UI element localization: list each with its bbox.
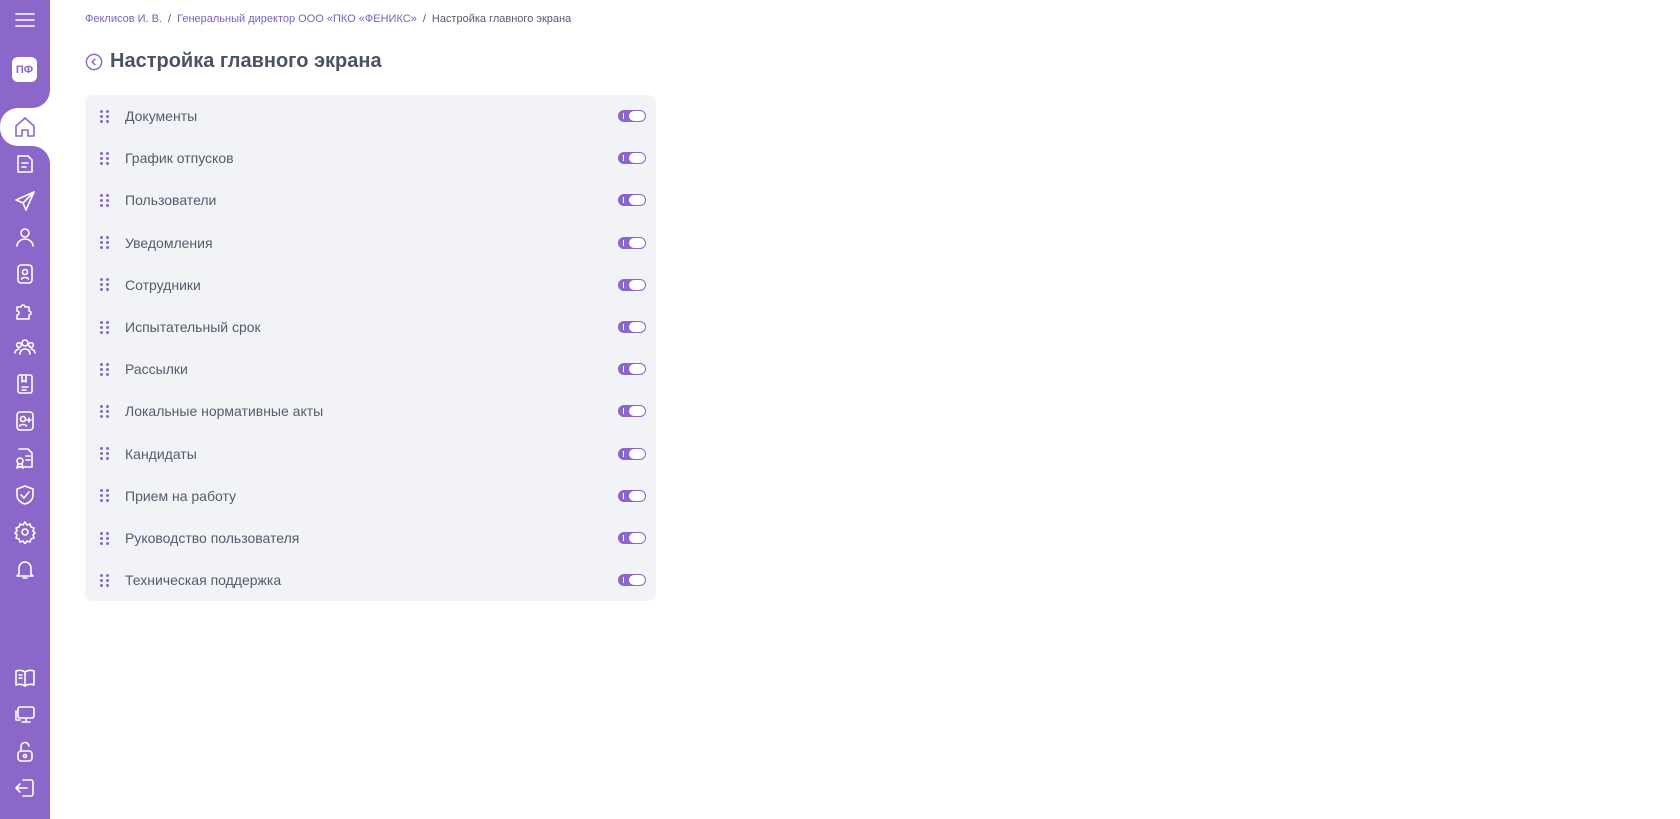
list-item-label: Локальные нормативные акты xyxy=(125,403,324,420)
sidebar: ПФ xyxy=(0,0,50,819)
toggle-switch[interactable] xyxy=(618,574,646,587)
toggle-switch[interactable] xyxy=(618,447,646,460)
list-item: Техническая поддержка xyxy=(85,559,656,601)
drag-handle-icon[interactable] xyxy=(100,109,110,123)
breadcrumb-link-company[interactable]: Генеральный директор ООО «ПКО «ФЕНИКС» xyxy=(177,13,417,25)
unlock-icon[interactable] xyxy=(0,734,50,770)
puzzle-icon[interactable] xyxy=(0,293,50,329)
list-item: Сотрудники xyxy=(85,264,656,306)
list-item: Руководство пользователя xyxy=(85,517,656,559)
list-item: Пользователи xyxy=(85,179,656,221)
toggle-switch[interactable] xyxy=(618,489,646,502)
list-item: Рассылки xyxy=(85,348,656,390)
list-item-label: Техническая поддержка xyxy=(125,572,282,589)
list-item: График отпусков xyxy=(85,137,656,179)
gear-icon[interactable] xyxy=(0,514,50,550)
bell-icon[interactable] xyxy=(0,551,50,587)
back-arrow-icon[interactable] xyxy=(85,53,103,71)
toggle-switch[interactable] xyxy=(618,405,646,418)
breadcrumb-separator: / xyxy=(422,13,426,25)
home-icon[interactable] xyxy=(0,109,50,145)
list-item-label: Документы xyxy=(125,108,198,124)
drag-handle-icon[interactable] xyxy=(100,278,110,292)
toggle-switch[interactable] xyxy=(618,278,646,291)
list-item: Уведомления xyxy=(85,222,656,264)
list-item: Испытательный срок xyxy=(85,306,656,348)
user-icon[interactable] xyxy=(0,219,50,255)
breadcrumb-link-user[interactable]: Феклисов И. В. xyxy=(85,13,162,25)
breadcrumb-current: Настройка главного экрана xyxy=(431,13,572,25)
send-icon[interactable] xyxy=(0,183,50,219)
add-contact-icon[interactable] xyxy=(0,403,50,439)
badge-icon[interactable] xyxy=(0,256,50,292)
menu-icon[interactable] xyxy=(0,2,50,38)
toggle-switch[interactable] xyxy=(618,532,646,544)
certificate-icon[interactable] xyxy=(0,440,50,476)
page-header: Настройка главного экрана xyxy=(85,50,382,73)
drag-handle-icon[interactable] xyxy=(100,573,110,587)
team-icon[interactable] xyxy=(0,329,50,365)
drag-handle-icon[interactable] xyxy=(100,489,110,503)
list-item-label: Прием на работу xyxy=(125,487,237,504)
drag-handle-icon[interactable] xyxy=(100,404,110,418)
list-item-label: Кандидаты xyxy=(125,445,197,462)
list-item-label: Уведомления xyxy=(125,234,213,251)
drag-handle-icon[interactable] xyxy=(100,151,110,165)
toggle-switch[interactable] xyxy=(618,236,646,249)
list-item: Локальные нормативные акты xyxy=(85,390,656,432)
breadcrumb: Феклисов И. В. / Генеральный директор ООО … xyxy=(85,13,571,25)
list-item-label: Испытательный срок xyxy=(125,319,261,335)
drag-handle-icon[interactable] xyxy=(100,320,110,334)
settings-list: Документы График отпусков Пользователи Увед… xyxy=(85,95,656,601)
list-item-label: Руководство пользователя xyxy=(125,530,300,546)
avatar[interactable]: ПФ xyxy=(12,57,37,82)
list-item-label: Сотрудники xyxy=(125,276,201,293)
drag-handle-icon[interactable] xyxy=(100,193,110,207)
drag-handle-icon[interactable] xyxy=(100,362,110,376)
toggle-switch[interactable] xyxy=(618,152,646,165)
breadcrumb-separator: / xyxy=(168,13,172,25)
documents-icon[interactable] xyxy=(0,146,50,182)
list-item: Прием на работу xyxy=(85,475,656,517)
book-icon[interactable] xyxy=(0,660,50,696)
toggle-switch[interactable] xyxy=(618,194,646,207)
sidebar-notch xyxy=(0,90,50,108)
list-item: Кандидаты xyxy=(85,433,656,475)
journal-icon[interactable] xyxy=(0,366,50,402)
drag-handle-icon[interactable] xyxy=(100,236,110,250)
drag-handle-icon[interactable] xyxy=(100,447,110,461)
monitor-icon[interactable] xyxy=(0,697,50,733)
shield-icon[interactable] xyxy=(0,477,50,513)
list-item-label: Рассылки xyxy=(125,361,188,378)
toggle-switch[interactable] xyxy=(618,110,646,122)
list-item: Документы xyxy=(85,95,656,137)
toggle-switch[interactable] xyxy=(618,363,646,376)
logout-icon[interactable] xyxy=(0,770,50,806)
page-title: Настройка главного экрана xyxy=(110,50,382,72)
list-item-label: График отпусков xyxy=(125,150,234,167)
drag-handle-icon[interactable] xyxy=(100,531,110,545)
list-item-label: Пользователи xyxy=(125,192,217,209)
toggle-switch[interactable] xyxy=(618,321,646,333)
